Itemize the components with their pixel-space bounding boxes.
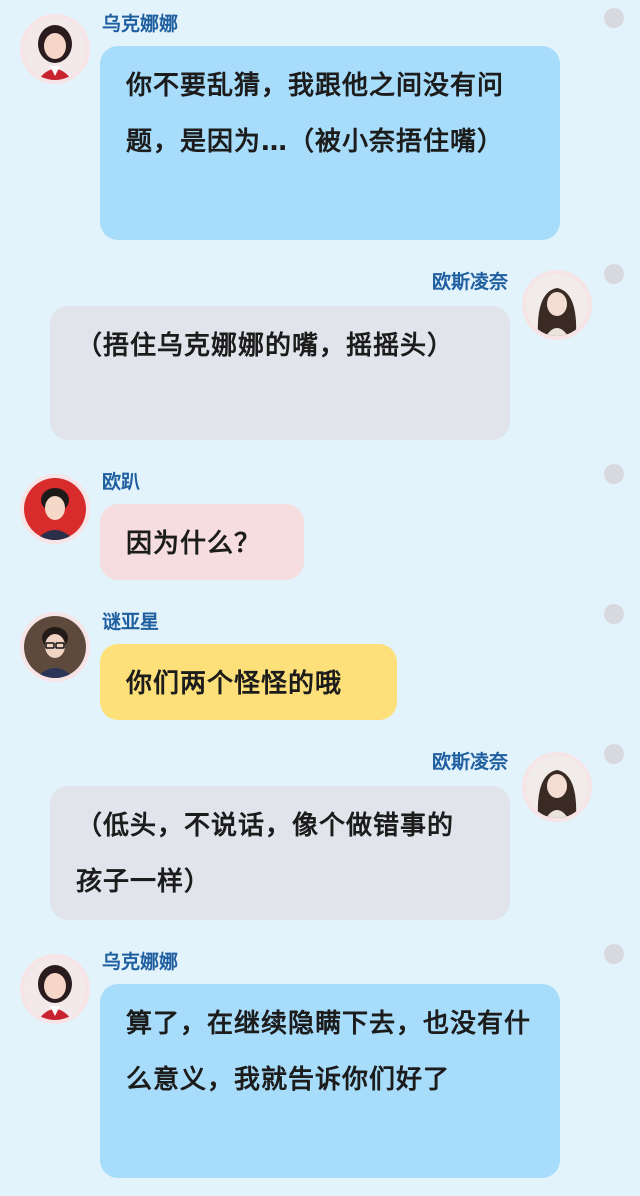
avatar-female-red-uniform-icon[interactable] [20, 14, 90, 84]
avatar-male-red-background-icon[interactable] [20, 474, 90, 544]
sender-name: 谜亚星 [102, 611, 160, 633]
message-bubble: 你们两个怪怪的哦 [100, 644, 397, 720]
message-bubble: 你不要乱猜，我跟他之间没有问题，是因为…（被小奈捂住嘴） [100, 46, 560, 240]
sender-name: 欧斯凌奈 [431, 751, 508, 773]
message-bubble: 算了，在继续隐瞒下去，也没有什么意义，我就告诉你们好了 [100, 984, 560, 1178]
sender-name: 欧斯凌奈 [431, 271, 508, 293]
status-dot [604, 264, 624, 284]
avatar-female-long-hair-icon[interactable] [522, 752, 592, 822]
status-dot [604, 8, 624, 28]
sender-name: 欧趴 [102, 471, 141, 493]
message-bubble: （捂住乌克娜娜的嘴，摇摇头） [50, 306, 510, 440]
avatar-female-red-uniform-icon[interactable] [20, 954, 90, 1024]
status-dot [604, 604, 624, 624]
status-dot [604, 464, 624, 484]
sender-name: 乌克娜娜 [102, 13, 179, 35]
status-dot [604, 944, 624, 964]
avatar-male-glasses-icon[interactable] [20, 612, 90, 682]
status-dot [604, 744, 624, 764]
avatar-female-long-hair-icon[interactable] [522, 270, 592, 340]
message-bubble: 因为什么？ [100, 504, 304, 580]
message-bubble: （低头，不说话，像个做错事的孩子一样） [50, 786, 510, 920]
sender-name: 乌克娜娜 [102, 951, 179, 973]
